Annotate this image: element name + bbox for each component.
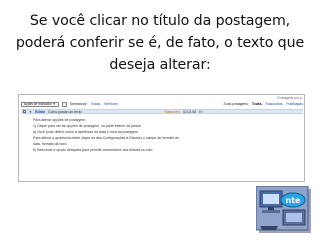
filter-drafts[interactable]: Rascunhos,: [266, 102, 284, 106]
body-line: Para alterar a aparência deste clique na…: [33, 135, 179, 140]
label-actions-dropdown[interactable]: Ações de marcador ▼: [21, 101, 59, 107]
instruction-heading: Se você clicar no título da postagem, po…: [0, 10, 320, 76]
body-line: data, formato da hora: [33, 141, 67, 146]
heading-line-2: poderá conferir se é, de fato, o texto q…: [15, 35, 305, 51]
body-line: a) Você pode definir sobre a aparência d…: [33, 129, 138, 134]
logo-text: nte: [286, 196, 302, 205]
post-body: Para alterar opções de postagem: 1) Cliq…: [33, 118, 273, 154]
post-date: 02.02.08: [182, 109, 197, 114]
select-none-link[interactable]: Nenhum: [104, 102, 118, 106]
body-line: Para alterar opções de postagem:: [33, 118, 86, 122]
nte-logo-graphic: nte: [255, 185, 311, 233]
body-line: 1) Clique para ver as opções de postagem…: [33, 123, 141, 128]
post-title[interactable]: Como postar um texto: [48, 110, 81, 114]
heading-line-3: deseja alterar:: [109, 57, 211, 73]
heading-line-1: Se você clicar no título da postagem,: [29, 13, 291, 29]
filter-published[interactable]: Publicadas: [286, 102, 303, 106]
top-right-text: Postagens por p: [277, 96, 302, 100]
post-status: Rascunho: [164, 109, 180, 114]
body-line: b) Selecione a opção desejada para permi…: [33, 147, 154, 152]
delete-link[interactable]: Ex: [199, 110, 203, 114]
select-all-link[interactable]: Todas,: [91, 102, 102, 106]
post-toolbar: Ações de marcador ▼ Selecionar: Todas, N…: [21, 101, 303, 107]
post-row[interactable]: ▼ Editar Como postar um texto Rascunho 0…: [21, 109, 303, 114]
chevron-down-icon: ▼: [52, 102, 56, 106]
label-icon-button[interactable]: [61, 101, 67, 107]
expand-triangle-icon[interactable]: ▼: [29, 110, 32, 114]
filter-all[interactable]: Todas,: [252, 102, 263, 106]
nte-logo: nte: [255, 185, 312, 234]
filter-label: Suas postagens:: [223, 102, 249, 106]
edit-link[interactable]: Editar: [35, 110, 45, 114]
select-label: Selecionar:: [69, 102, 88, 106]
blogger-screenshot: Postagens por p Ações de marcador ▼ Sele…: [18, 94, 305, 182]
post-checkbox[interactable]: [23, 110, 26, 113]
label-actions-label: Ações de marcador: [24, 102, 52, 106]
